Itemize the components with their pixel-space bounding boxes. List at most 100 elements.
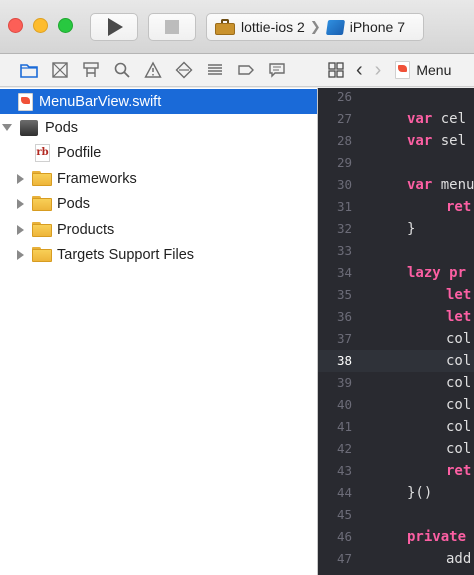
code-line[interactable]: 38 col: [318, 350, 474, 372]
line-number: 36: [336, 309, 352, 324]
code-keyword: var: [407, 111, 433, 127]
close-window-button[interactable]: [8, 18, 23, 33]
code-token: col: [446, 419, 472, 435]
related-items-icon[interactable]: [328, 62, 344, 78]
code-text: var menu: [407, 174, 474, 196]
code-line[interactable]: 47 add: [318, 548, 474, 570]
code-token: add: [446, 551, 472, 567]
back-arrow-icon[interactable]: ‹: [356, 59, 363, 82]
code-line[interactable]: 31 ret: [318, 196, 474, 218]
code-token: sel: [432, 133, 467, 149]
code-token: col: [446, 441, 472, 457]
disclosure-triangle-icon[interactable]: [17, 173, 24, 184]
window-toolbar: lottie-ios 2 ❯ iPhone 7: [0, 0, 474, 54]
code-keyword: let: [446, 309, 472, 325]
code-line[interactable]: 48: [318, 570, 474, 575]
disclosure-triangle-open-icon[interactable]: [2, 124, 12, 131]
scheme-selector[interactable]: lottie-ios 2 ❯ iPhone 7: [206, 13, 424, 41]
code-keyword: let: [446, 287, 472, 303]
code-keyword: lazy pr: [407, 265, 467, 281]
device-icon: [325, 19, 345, 35]
report-icon[interactable]: [267, 60, 287, 80]
project-navigator: MenuBarView.swift Pods rb Podfile Framew…: [0, 88, 318, 575]
code-text: col: [446, 350, 471, 372]
code-line[interactable]: 32}: [318, 218, 474, 240]
source-editor[interactable]: 26 27 var cel 28 var sel 29 30 var menu 31 ret 32}…: [318, 88, 474, 575]
code-line[interactable]: 30 var menu: [318, 174, 474, 196]
tree-item-label: MenuBarView.swift: [39, 93, 162, 110]
tree-item-pods-group[interactable]: Pods: [0, 191, 317, 216]
code-line[interactable]: 41 col: [318, 416, 474, 438]
code-line[interactable]: 27 var cel: [318, 108, 474, 130]
code-line[interactable]: 45: [318, 504, 474, 526]
code-keyword: ret: [446, 463, 472, 479]
stop-button[interactable]: [148, 13, 196, 41]
code-line[interactable]: 33: [318, 240, 474, 262]
issue-icon[interactable]: [143, 60, 163, 80]
tree-item-label: Podfile: [57, 144, 102, 161]
code-line[interactable]: 43 ret: [318, 460, 474, 482]
toolbox-icon: [215, 19, 235, 35]
code-text: add: [446, 548, 471, 570]
stop-icon: [165, 20, 179, 34]
source-control-icon[interactable]: [50, 60, 70, 80]
line-number: 38: [336, 353, 352, 368]
minimize-window-button[interactable]: [33, 18, 48, 33]
line-number: 48: [318, 570, 352, 575]
tree-item-podfile[interactable]: rb Podfile: [0, 140, 317, 165]
editor-jump-bar: ‹ › Menu: [318, 54, 474, 87]
tree-item-frameworks[interactable]: Frameworks: [0, 166, 317, 191]
code-text: }: [407, 218, 415, 240]
code-text: col: [446, 328, 471, 350]
code-line[interactable]: 36 let: [318, 306, 474, 328]
code-line[interactable]: 34 lazy pr: [318, 262, 474, 284]
search-icon[interactable]: [112, 60, 132, 80]
debug-icon[interactable]: [205, 60, 225, 80]
run-button[interactable]: [90, 13, 138, 41]
code-token: }: [407, 221, 416, 237]
code-line[interactable]: 29: [318, 152, 474, 174]
jump-bar-file[interactable]: Menu: [395, 61, 451, 79]
folder-icon[interactable]: [19, 60, 39, 80]
code-line[interactable]: 46 private: [318, 526, 474, 548]
code-token: col: [446, 375, 472, 391]
tree-item-products[interactable]: Products: [0, 217, 317, 242]
line-number: 29: [336, 155, 352, 170]
code-line[interactable]: 28 var sel: [318, 130, 474, 152]
code-line[interactable]: 37 col: [318, 328, 474, 350]
code-line[interactable]: 39 col: [318, 372, 474, 394]
code-text: var sel: [407, 130, 466, 152]
line-number: 44: [336, 485, 352, 500]
breakpoint-icon[interactable]: [236, 60, 256, 80]
code-text: lazy pr: [407, 262, 466, 284]
code-line[interactable]: 26: [318, 88, 474, 108]
tree-item-label: Frameworks: [57, 170, 137, 187]
disclosure-triangle-icon[interactable]: [17, 224, 24, 235]
code-text: }(): [407, 482, 432, 504]
disclosure-triangle-icon[interactable]: [17, 249, 24, 260]
test-icon[interactable]: [174, 60, 194, 80]
tree-item-menubarview-swift[interactable]: MenuBarView.swift: [0, 89, 317, 114]
code-text: ret: [446, 196, 471, 218]
symbol-icon[interactable]: [81, 60, 101, 80]
code-text: ret: [446, 460, 471, 482]
code-line[interactable]: 44 }(): [318, 482, 474, 504]
line-number: 35: [336, 287, 352, 302]
folder-icon: [32, 171, 52, 186]
code-line[interactable]: 35 let: [318, 284, 474, 306]
scheme-device-label[interactable]: iPhone 7: [350, 19, 405, 35]
tree-item-targets-support-files[interactable]: Targets Support Files: [0, 242, 317, 267]
line-number: 27: [336, 111, 352, 126]
disclosure-triangle-icon[interactable]: [17, 198, 24, 209]
zoom-window-button[interactable]: [58, 18, 73, 33]
line-number: 32: [336, 221, 352, 236]
code-keyword: var: [407, 133, 433, 149]
code-line[interactable]: 40 col: [318, 394, 474, 416]
code-token: col: [446, 397, 472, 413]
scheme-project-label[interactable]: lottie-ios 2: [241, 19, 305, 35]
forward-arrow-icon[interactable]: ›: [375, 59, 382, 82]
code-line[interactable]: 42 col: [318, 438, 474, 460]
code-text: col: [446, 416, 471, 438]
tree-item-pods-project[interactable]: Pods: [0, 115, 317, 140]
code-text: col: [446, 438, 471, 460]
